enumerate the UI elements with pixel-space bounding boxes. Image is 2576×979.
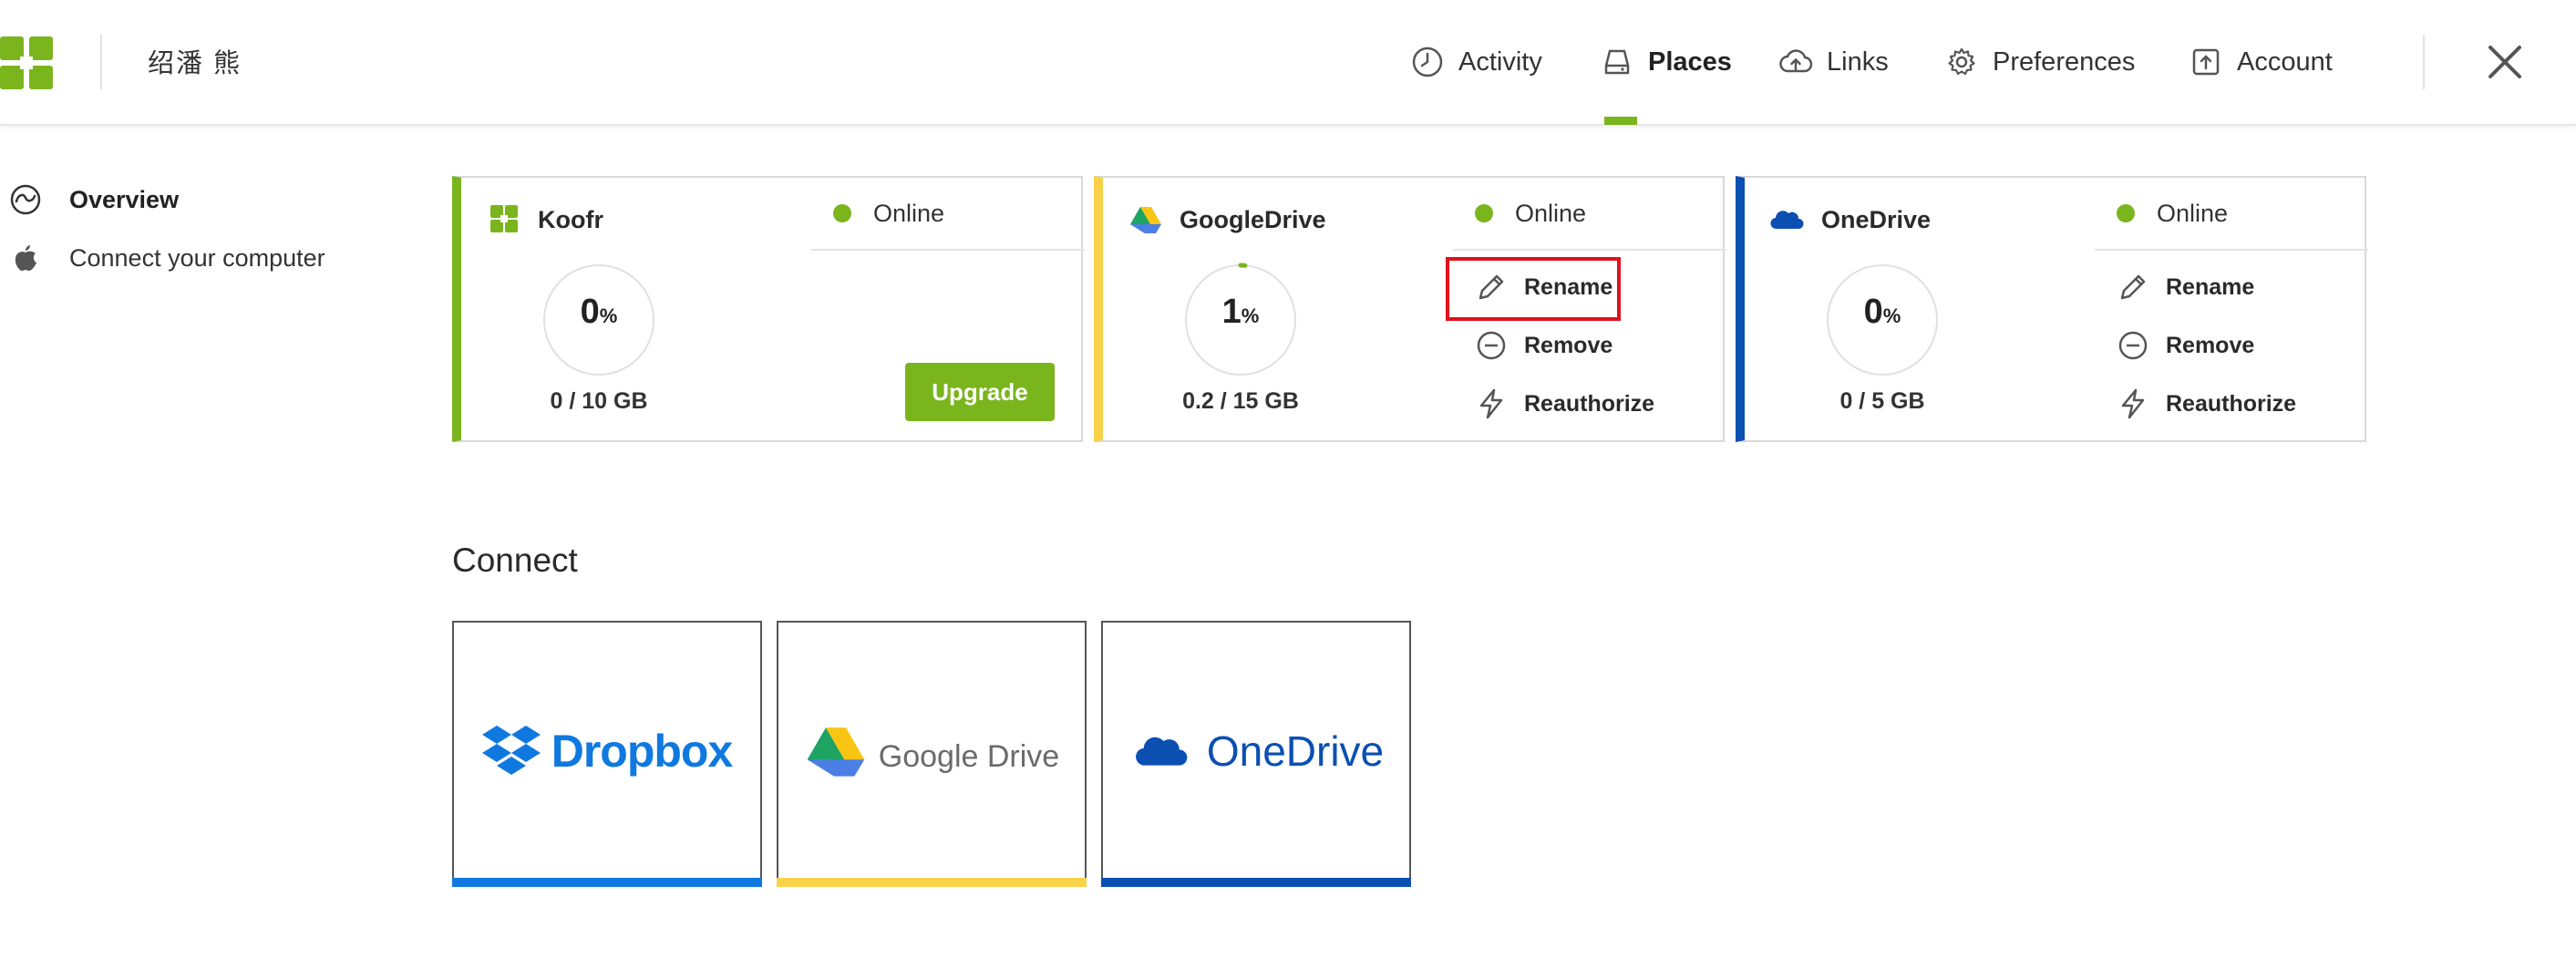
rename-action[interactable]: Rename: [1475, 271, 1613, 304]
usage-percent: 0%: [1863, 293, 1901, 331]
drive-icon: [1604, 49, 1630, 75]
status: Online: [811, 178, 1085, 251]
upgrade-button[interactable]: Upgrade: [905, 363, 1055, 421]
place-name: OneDrive: [1770, 205, 1931, 234]
dropbox-logo: Dropbox: [454, 623, 760, 880]
remove-action[interactable]: Remove: [2117, 329, 2254, 362]
koofr-logo[interactable]: [0, 36, 55, 91]
usage-text: 0 / 10 GB: [550, 388, 648, 414]
tile-color-bar: [777, 878, 1087, 887]
remove-action[interactable]: Remove: [1475, 329, 1613, 362]
nav-links[interactable]: Links: [1779, 0, 1889, 124]
nav-account-label: Account: [2237, 46, 2333, 77]
online-dot: [2117, 204, 2135, 222]
pencil-icon: [2120, 274, 2146, 300]
sidebar-item-connect-computer[interactable]: Connect your computer: [9, 242, 325, 274]
tile-color-bar: [452, 878, 762, 887]
status: Online: [2095, 178, 2368, 251]
minus-circle-icon: [2118, 331, 2148, 360]
nav-preferences-label: Preferences: [1993, 46, 2136, 77]
reauthorize-action[interactable]: Reauthorize: [1475, 387, 1654, 420]
onedrive-icon: [1770, 211, 1804, 230]
tile-color-bar: [1101, 878, 1411, 887]
status-label: Online: [1515, 199, 1587, 227]
koofr-icon: [490, 205, 518, 232]
usage-text: 0 / 5 GB: [1839, 388, 1925, 414]
google-drive-icon: [807, 727, 865, 777]
usage-text: 0.2 / 15 GB: [1182, 388, 1299, 414]
nav-links-label: Links: [1827, 46, 1889, 77]
reauthorize-action[interactable]: Reauthorize: [2117, 387, 2296, 420]
gear-icon: [1948, 47, 1975, 76]
header-divider: [100, 35, 102, 89]
google-drive-icon: [1130, 207, 1161, 233]
nav-activity[interactable]: Activity: [1411, 0, 1542, 124]
onedrive-icon: [1135, 737, 1188, 766]
nav-places-label: Places: [1648, 46, 1732, 77]
sidebar-item-label: Connect your computer: [69, 243, 325, 272]
connect-title: Connect: [452, 541, 578, 579]
nav-preferences[interactable]: Preferences: [1945, 0, 2135, 124]
nav-account[interactable]: Account: [2190, 0, 2333, 124]
status: Online: [1453, 178, 1726, 251]
minus-circle-icon: [1477, 331, 1506, 360]
dropbox-icon: [481, 726, 541, 775]
usage-percent: 1%: [1221, 293, 1260, 331]
top-header: 绍潘 熊 Activity Places Links Preferences A…: [0, 0, 2576, 126]
pencil-icon: [1479, 274, 1504, 300]
active-tab-indicator: [1604, 117, 1637, 125]
place-card-onedrive: OneDrive Online 0% 0 / 5 GB Rename Remov…: [1736, 176, 2368, 442]
lightning-icon: [2121, 388, 2145, 419]
place-name: GoogleDrive: [1128, 205, 1326, 234]
sidebar-item-label: Overview: [69, 185, 180, 213]
onedrive-logo: OneDrive: [1103, 623, 1409, 880]
google-drive-logo: Google Drive: [778, 623, 1085, 880]
online-dot: [1475, 204, 1493, 222]
lightning-icon: [1479, 388, 1503, 419]
rename-action[interactable]: Rename: [2117, 271, 2254, 304]
place-name: Koofr: [487, 205, 603, 234]
nav-places[interactable]: Places: [1601, 0, 1732, 124]
user-name[interactable]: 绍潘 熊: [148, 42, 242, 80]
connect-dropbox[interactable]: Dropbox: [452, 621, 762, 887]
place-card-koofr: Koofr Online 0% 0 / 10 GB Upgrade: [452, 176, 1085, 442]
connect-google-drive[interactable]: Google Drive: [777, 621, 1087, 887]
usage-percent: 0%: [580, 293, 618, 331]
header-separator: [2423, 35, 2425, 89]
close-icon[interactable]: [2479, 36, 2530, 88]
sidebar-item-overview[interactable]: Overview: [9, 183, 179, 216]
nav-activity-label: Activity: [1458, 46, 1542, 77]
place-card-googledrive: GoogleDrive Online 1% 0.2 / 15 GB Rename…: [1094, 176, 1726, 442]
status-label: Online: [2157, 199, 2229, 227]
connect-onedrive[interactable]: OneDrive: [1101, 621, 1411, 887]
apple-icon: [15, 245, 36, 271]
account-icon: [2192, 48, 2220, 76]
overview-icon: [10, 184, 41, 215]
online-dot: [833, 204, 851, 222]
cloud-upload-icon: [1779, 49, 1812, 73]
status-label: Online: [873, 199, 945, 227]
clock-icon: [1412, 46, 1443, 77]
